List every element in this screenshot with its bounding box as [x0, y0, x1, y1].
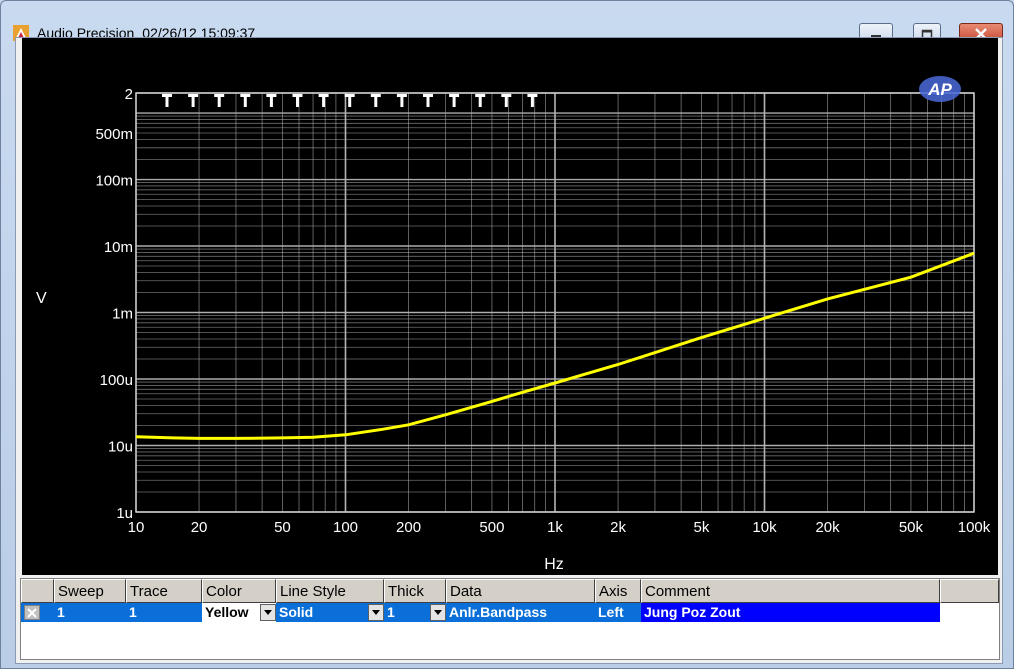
x-tick-label: 10 — [128, 519, 145, 536]
x-tick-label: 20k — [815, 519, 840, 536]
line-style-dropdown-button[interactable] — [368, 604, 384, 621]
sweep-marker-icon — [162, 94, 172, 107]
cell-trace[interactable]: 1 — [126, 603, 202, 622]
color-value: Yellow — [205, 604, 249, 620]
sweep-marker-icon — [266, 94, 277, 107]
x-tick-label: 100 — [333, 519, 358, 536]
chevron-down-icon — [434, 610, 442, 615]
graph-panel[interactable]: 1u 10u 100u 1m 10m 100m 500m 2 10 20 50 100 200 500 1… — [22, 38, 998, 575]
sweep-marker-icon — [527, 94, 538, 107]
header-line-style[interactable]: Line Style — [276, 579, 384, 603]
x-tick-label: 50 — [274, 519, 291, 536]
x-tick-label: 20 — [191, 519, 208, 536]
x-tick-label: 10k — [752, 519, 777, 536]
cell-sweep[interactable]: 1 — [54, 603, 126, 622]
header-sweep[interactable]: Sweep — [54, 579, 126, 603]
y-tick-label: 1m — [112, 306, 133, 323]
y-axis-label: V — [36, 290, 47, 307]
x-axis-label: Hz — [544, 556, 564, 573]
sweep-marker-icon — [396, 94, 407, 107]
sweep-marker-icon — [475, 94, 486, 107]
y-tick-label: 100u — [100, 372, 133, 389]
sweep-marker-icon — [292, 94, 303, 107]
header-filler — [940, 579, 999, 603]
x-tick-label: 200 — [396, 519, 421, 536]
x-tick-label: 1k — [547, 519, 563, 536]
header-thick[interactable]: Thick — [384, 579, 446, 603]
close-icon — [27, 607, 37, 618]
color-dropdown-button[interactable] — [260, 604, 276, 621]
trace-table: Sweep Trace Color Line Style Thick Data … — [20, 578, 1000, 660]
x-tick-label: 5k — [694, 519, 710, 536]
ap-logo-icon: AP — [919, 76, 961, 102]
cell-axis[interactable]: Left — [595, 603, 641, 622]
thick-dropdown-button[interactable] — [430, 604, 446, 621]
header-data[interactable]: Data — [446, 579, 595, 603]
header-axis[interactable]: Axis — [595, 579, 641, 603]
ap-logo-text: AP — [927, 80, 952, 99]
sweep-marker-icon — [188, 94, 199, 107]
sweep-marker-icon — [240, 94, 251, 107]
sweep-marker-icon — [423, 94, 433, 107]
sweep-marker-icon — [449, 94, 460, 107]
table-header: Sweep Trace Color Line Style Thick Data … — [21, 579, 999, 603]
line-style-value: Solid — [279, 604, 314, 620]
header-comment[interactable]: Comment — [641, 579, 940, 603]
y-tick-label: 500m — [95, 126, 133, 143]
header-trace[interactable]: Trace — [126, 579, 202, 603]
sweep-marker-icon — [318, 94, 329, 107]
y-tick-label: 10u — [108, 439, 133, 456]
sweep-marker-icon — [344, 94, 355, 107]
cell-comment[interactable]: Jung Poz Zout — [641, 603, 940, 622]
row-delete-checkbox[interactable] — [24, 605, 40, 620]
x-tick-label: 2k — [610, 519, 626, 536]
chevron-down-icon — [372, 610, 380, 615]
x-tick-label: 100k — [958, 519, 991, 536]
header-color[interactable]: Color — [202, 579, 276, 603]
thick-value: 1 — [387, 604, 395, 620]
y-tick-label: 10m — [104, 239, 133, 256]
y-tick-label: 2 — [125, 86, 133, 103]
y-tick-label: 100m — [95, 173, 133, 190]
client-area: 1u 10u 100u 1m 10m 100m 500m 2 10 20 50 100 200 500 1… — [15, 37, 1003, 664]
chevron-down-icon — [264, 610, 272, 615]
frequency-response-chart[interactable]: 1u10u100u1m10m100m500m2 10 20 50 100 200 500 1… — [22, 38, 998, 575]
header-select — [21, 579, 54, 603]
app-window: Audio Precision 02/26/12 15:09:37 1u 10u 10… — [0, 0, 1014, 669]
cell-data[interactable]: Anlr.Bandpass — [446, 603, 595, 622]
sweep-marker-icon — [214, 94, 225, 107]
x-tick-label: 500 — [479, 519, 504, 536]
table-row[interactable]: 1 1 Yellow Solid 1 Anlr.Bandpass Left Ju… — [21, 603, 999, 622]
sweep-marker-icon — [370, 94, 381, 107]
row-select-cell[interactable] — [21, 603, 54, 622]
x-tick-label: 50k — [899, 519, 924, 536]
sweep-marker-icon — [501, 94, 512, 107]
